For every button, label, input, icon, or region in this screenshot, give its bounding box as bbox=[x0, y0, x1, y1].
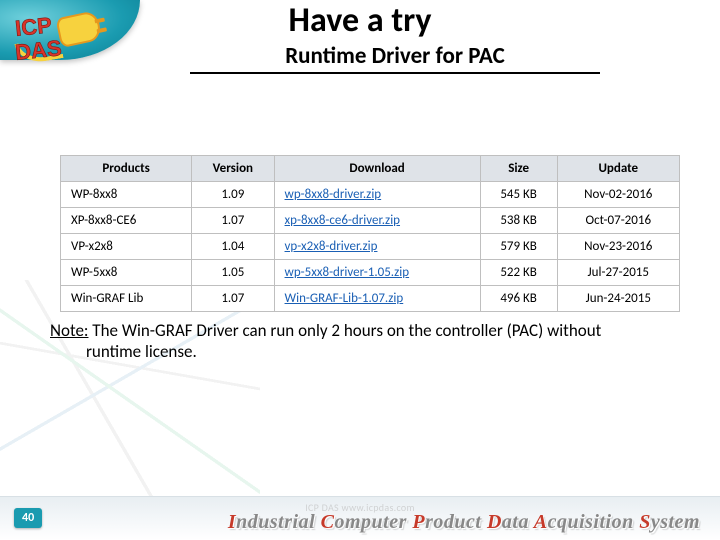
cell-product: Win-GRAF Lib bbox=[61, 286, 192, 312]
page-number-badge: 40 bbox=[14, 508, 42, 528]
download-link[interactable]: wp-8xx8-driver.zip bbox=[285, 187, 382, 202]
cell-size: 538 KB bbox=[480, 208, 557, 234]
download-link[interactable]: xp-8xx8-ce6-driver.zip bbox=[285, 213, 400, 228]
cell-size: 522 KB bbox=[480, 260, 557, 286]
cell-download[interactable]: Win-GRAF-Lib-1.07.zip bbox=[274, 286, 480, 312]
cell-size: 496 KB bbox=[480, 286, 557, 312]
brand-s: S bbox=[639, 511, 651, 533]
cell-update: Oct-07-2016 bbox=[557, 208, 679, 234]
table-header-row: Products Version Download Size Update bbox=[61, 156, 680, 182]
brand-p: P bbox=[412, 511, 425, 533]
note-text: Note: The Win-GRAF Driver can run only 2… bbox=[50, 320, 680, 363]
subtitle-wrap: Runtime Driver for PAC bbox=[130, 42, 660, 74]
brand-ystem: ystem bbox=[651, 511, 700, 533]
brand-c: C bbox=[321, 511, 335, 533]
cell-update: Nov-23-2016 bbox=[557, 234, 679, 260]
brand-logo: ICP DAS bbox=[14, 8, 104, 68]
page-title: Have a try bbox=[0, 0, 720, 41]
cell-update: Nov-02-2016 bbox=[557, 182, 679, 208]
download-link[interactable]: vp-x2x8-driver.zip bbox=[285, 239, 378, 254]
brand-ata: ata bbox=[502, 511, 534, 533]
cell-download[interactable]: vp-x2x8-driver.zip bbox=[274, 234, 480, 260]
table-row: VP-x2x81.04 vp-x2x8-driver.zip 579 KBNov-2… bbox=[61, 234, 680, 260]
cell-version: 1.09 bbox=[192, 182, 274, 208]
brand-ndustrial: ndustrial bbox=[236, 511, 320, 533]
driver-table: Products Version Download Size Update WP… bbox=[60, 155, 680, 312]
note-line1: The Win-GRAF Driver can run only 2 hours… bbox=[88, 320, 601, 341]
download-link[interactable]: Win-GRAF-Lib-1.07.zip bbox=[285, 291, 404, 306]
subtitle-underline bbox=[190, 72, 600, 74]
col-size: Size bbox=[480, 156, 557, 182]
table-row: XP-8xx8-CE61.07 xp-8xx8-ce6-driver.zip 538… bbox=[61, 208, 680, 234]
cell-download[interactable]: wp-5xx8-driver-1.05.zip bbox=[274, 260, 480, 286]
cell-product: WP-5xx8 bbox=[61, 260, 192, 286]
footer-brand-tagline: Industrial Computer Product Data Acquisi… bbox=[0, 511, 700, 534]
cell-version: 1.04 bbox=[192, 234, 274, 260]
table-row: Win-GRAF Lib1.07 Win-GRAF-Lib-1.07.zip 496… bbox=[61, 286, 680, 312]
brand-a: A bbox=[534, 511, 548, 533]
col-update: Update bbox=[557, 156, 679, 182]
note-line2: runtime license. bbox=[86, 341, 680, 362]
footer-bar: ICP DAS www.icpdas.com Industrial Comput… bbox=[0, 496, 720, 540]
logo-text-bottom: DAS bbox=[14, 35, 63, 65]
brand-cquisition: cquisition bbox=[548, 511, 640, 533]
cell-version: 1.07 bbox=[192, 286, 274, 312]
cell-size: 579 KB bbox=[480, 234, 557, 260]
cell-version: 1.05 bbox=[192, 260, 274, 286]
brand-d: D bbox=[487, 511, 502, 533]
table-row: WP-8xx81.09 wp-8xx8-driver.zip 545 KBNov-0… bbox=[61, 182, 680, 208]
cell-download[interactable]: wp-8xx8-driver.zip bbox=[274, 182, 480, 208]
background-geometry bbox=[0, 280, 260, 510]
cell-product: XP-8xx8-CE6 bbox=[61, 208, 192, 234]
cell-size: 545 KB bbox=[480, 182, 557, 208]
cell-product: VP-x2x8 bbox=[61, 234, 192, 260]
brand-i: I bbox=[228, 511, 236, 533]
col-download: Download bbox=[274, 156, 480, 182]
cell-version: 1.07 bbox=[192, 208, 274, 234]
note-label: Note: bbox=[50, 320, 88, 341]
download-link[interactable]: wp-5xx8-driver-1.05.zip bbox=[285, 265, 410, 280]
col-version: Version bbox=[192, 156, 274, 182]
cell-update: Jun-24-2015 bbox=[557, 286, 679, 312]
cell-download[interactable]: xp-8xx8-ce6-driver.zip bbox=[274, 208, 480, 234]
page-subtitle: Runtime Driver for PAC bbox=[281, 42, 509, 72]
col-products: Products bbox=[61, 156, 192, 182]
table-row: WP-5xx81.05 wp-5xx8-driver-1.05.zip 522 KB… bbox=[61, 260, 680, 286]
cell-product: WP-8xx8 bbox=[61, 182, 192, 208]
cell-update: Jul-27-2015 bbox=[557, 260, 679, 286]
brand-roduct: roduct bbox=[425, 511, 487, 533]
brand-omputer: omputer bbox=[334, 511, 412, 533]
